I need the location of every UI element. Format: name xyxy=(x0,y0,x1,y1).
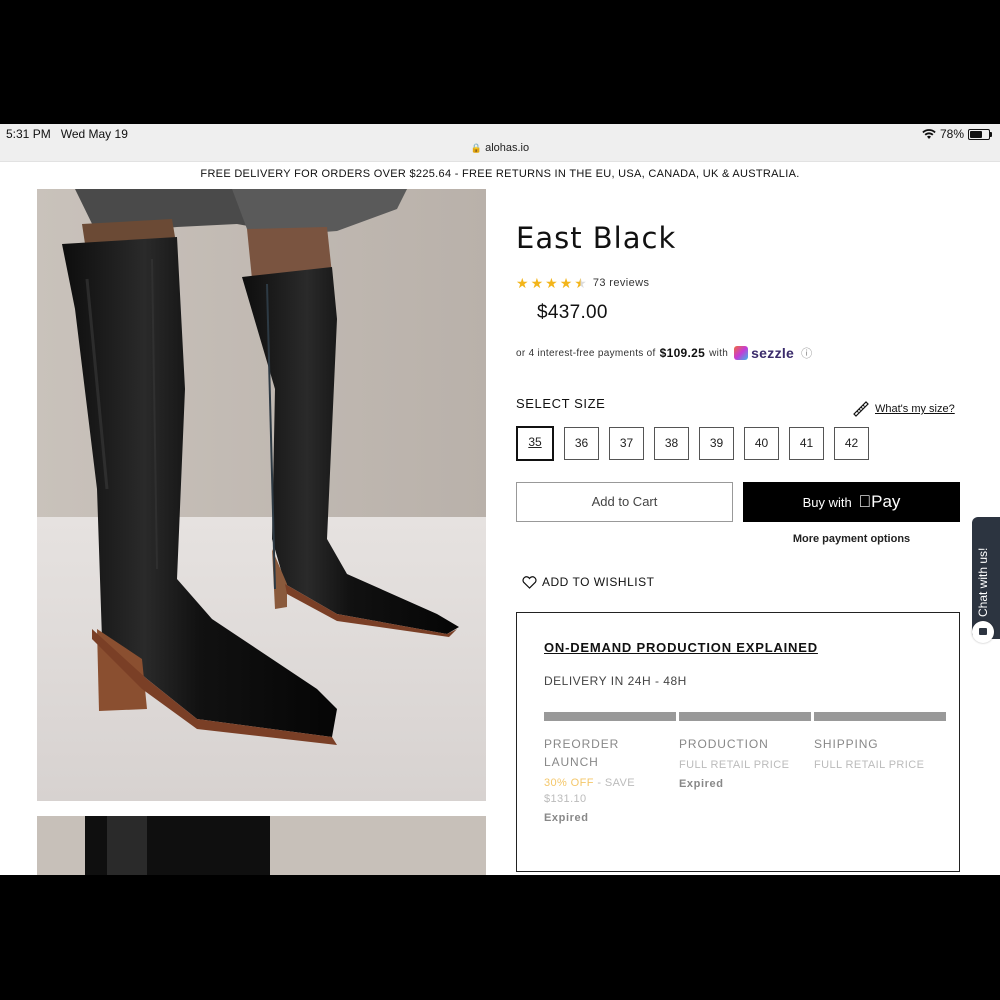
promo-banner: FREE DELIVERY FOR ORDERS OVER $225.64 - … xyxy=(0,161,1000,186)
installment-amount: $109.25 xyxy=(659,346,706,360)
heart-icon xyxy=(522,575,537,589)
size-option-38[interactable]: 38 xyxy=(654,427,689,460)
battery-icon xyxy=(968,128,992,140)
sezzle-mark-icon xyxy=(734,346,749,360)
delivery-time: DELIVERY IN 24H - 48H xyxy=(544,674,687,688)
add-to-wishlist-button[interactable]: ADD TO WISHLIST xyxy=(522,575,654,589)
lock-icon: 🔒 xyxy=(470,143,483,153)
url-text: alohas.io xyxy=(485,142,530,154)
more-payment-options-link[interactable]: More payment options xyxy=(743,533,960,545)
stage-progress-bars xyxy=(544,712,946,721)
sezzle-logo[interactable]: sezzle xyxy=(734,345,794,361)
stage-shipping: SHIPPING FULL RETAIL PRICE xyxy=(814,737,925,771)
chat-label: Chat with us! xyxy=(976,547,990,617)
browser-screen: 5:31 PM Wed May 19 78% 🔒 alohas.io FREE D… xyxy=(0,124,1000,875)
battery-percent: 78% xyxy=(939,127,964,141)
stage-status: Expired xyxy=(679,778,724,790)
stage-bar xyxy=(544,712,676,721)
star-icon: ★ xyxy=(545,275,558,291)
product-image-second[interactable] xyxy=(37,816,486,875)
size-option-40[interactable]: 40 xyxy=(744,427,779,460)
product-image-main[interactable] xyxy=(37,189,486,801)
status-time: 5:31 PM Wed May 19 xyxy=(6,127,128,141)
size-guide-link[interactable]: What's my size? xyxy=(852,400,955,418)
product-price: $437.00 xyxy=(537,302,608,323)
size-option-42[interactable]: 42 xyxy=(834,427,869,460)
info-icon[interactable]: ⓘ xyxy=(801,345,812,361)
chat-widget-tab[interactable]: Chat with us! xyxy=(972,517,1000,643)
star-icon: ★ xyxy=(559,275,573,291)
sezzle-installments: or 4 interest-free payments of $109.25 w… xyxy=(516,345,813,361)
status-bar: 5:31 PM Wed May 19 78% 🔒 alohas.io xyxy=(0,124,1000,161)
apple-logo-icon:  xyxy=(858,492,871,511)
boots-photo xyxy=(37,189,486,801)
star-icon: ★ xyxy=(516,275,529,291)
size-options: 35 36 37 38 39 40 41 42 xyxy=(516,426,869,461)
add-to-cart-button[interactable]: Add to Cart xyxy=(516,482,733,522)
on-demand-title-link[interactable]: ON-DEMAND PRODUCTION EXPLAINED xyxy=(544,640,818,655)
stage-status: Expired xyxy=(544,812,589,824)
apple-pay-button[interactable]: Buy with Pay xyxy=(743,482,960,522)
product-title: East Black xyxy=(516,221,677,255)
discount-text: 30% OFF xyxy=(544,777,594,789)
reviews-count[interactable]: 73 reviews xyxy=(593,277,650,289)
select-size-label: SELECT SIZE xyxy=(516,396,606,411)
size-option-35[interactable]: 35 xyxy=(516,426,554,461)
size-option-41[interactable]: 41 xyxy=(789,427,824,460)
stage-bar xyxy=(814,712,946,721)
address-bar[interactable]: 🔒 alohas.io xyxy=(0,142,1000,154)
wifi-icon xyxy=(922,128,936,139)
chat-bubble-icon[interactable] xyxy=(972,621,994,643)
boots-photo-2 xyxy=(37,816,486,875)
star-icon: ★ xyxy=(530,275,544,291)
size-option-36[interactable]: 36 xyxy=(564,427,599,460)
rating-stars[interactable]: ★ ★ ★ ★ ★ 73 reviews xyxy=(516,276,649,290)
status-right: 78% xyxy=(922,127,992,141)
star-half-icon: ★ xyxy=(574,275,587,291)
size-option-39[interactable]: 39 xyxy=(699,427,734,460)
ruler-icon xyxy=(853,401,869,417)
stage-production: PRODUCTION FULL RETAIL PRICE Expired xyxy=(679,735,809,790)
stage-bar xyxy=(679,712,811,721)
size-option-37[interactable]: 37 xyxy=(609,427,644,460)
stage-preorder: PREORDER LAUNCH 30% OFF - SAVE $131.10 E… xyxy=(544,735,662,824)
on-demand-production-box: ON-DEMAND PRODUCTION EXPLAINED DELIVERY … xyxy=(516,612,960,872)
